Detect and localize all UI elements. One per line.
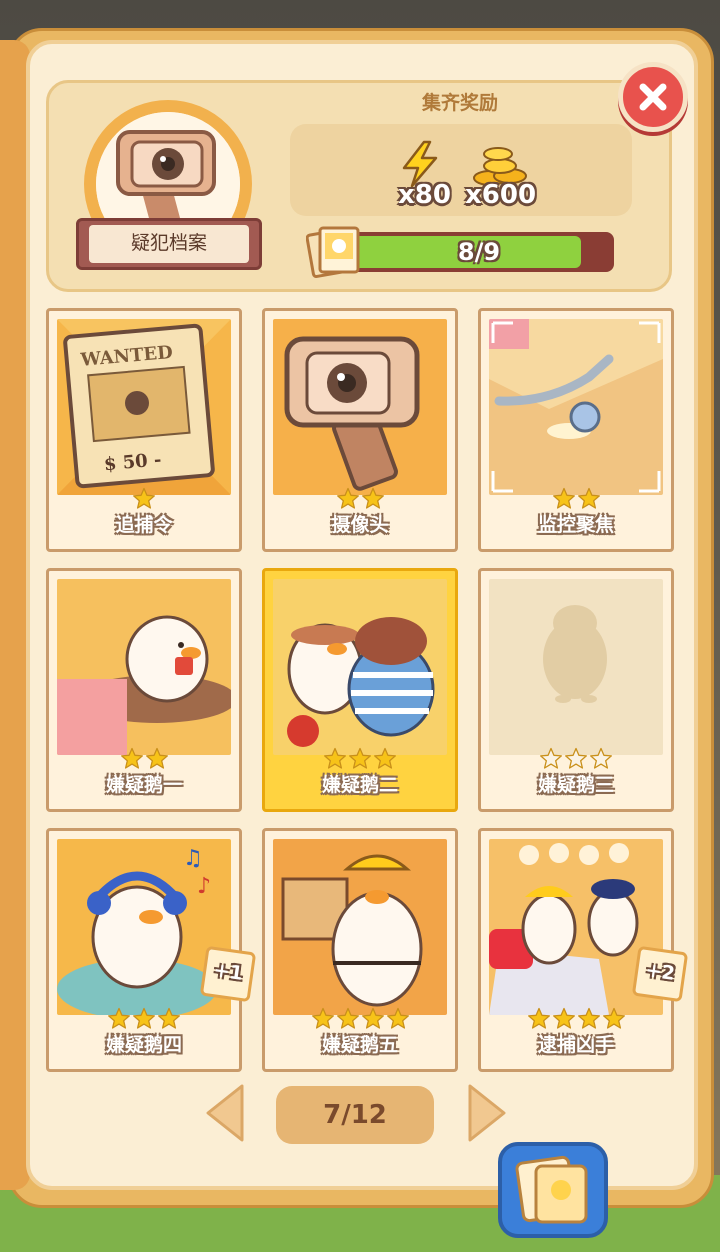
card-label: 摄像头	[331, 514, 389, 536]
page-indicator: 7/12	[276, 1086, 434, 1144]
reward-title: 集齐奖励	[421, 92, 498, 114]
svg-text:♫: ♫	[183, 846, 203, 871]
card-label: 嫌疑鹅三	[537, 774, 614, 796]
card-1[interactable]: WANTED $ 50 - 追捕令	[46, 308, 242, 552]
energy-reward-amount: x80	[398, 180, 451, 210]
card-illustration-silhouette	[489, 579, 663, 755]
album-button[interactable]	[498, 1142, 608, 1238]
card-4[interactable]: 嫌疑鹅一	[46, 568, 242, 812]
card-label: 监控聚焦	[537, 514, 614, 536]
set-name-ribbon: 疑犯档案	[76, 218, 262, 270]
close-icon	[639, 83, 667, 111]
card-label: 嫌疑鹅五	[321, 1034, 398, 1056]
card-label: 追捕令	[115, 514, 173, 536]
card-illustration-goose-builder	[273, 839, 447, 1015]
card-label: 嫌疑鹅二	[321, 774, 398, 796]
duplicate-count-badge: +1	[199, 945, 257, 1003]
card-label: 嫌疑鹅四	[105, 1034, 182, 1056]
card-illustration-wanted-poster: WANTED $ 50 -	[57, 319, 231, 495]
card-5[interactable]: 嫌疑鹅二	[262, 568, 458, 812]
card-2[interactable]: 摄像头	[262, 308, 458, 552]
card-illustration-goose-boxer	[273, 579, 447, 755]
card-3[interactable]: 监控聚焦	[478, 308, 674, 552]
card-8[interactable]: 嫌疑鹅五	[262, 828, 458, 1072]
set-name-label: 疑犯档案	[89, 225, 249, 263]
card-illustration-security-camera	[273, 319, 447, 495]
card-label: 嫌疑鹅一	[105, 774, 182, 796]
coin-reward-amount: x600	[465, 180, 537, 210]
collection-progress-bar: 8/9	[344, 232, 614, 272]
svg-text:♪: ♪	[197, 874, 211, 899]
card-illustration-goose-eating	[57, 579, 231, 755]
card-9[interactable]: 逮捕凶手 +2	[478, 828, 689, 1072]
progress-text: 8/9	[457, 238, 501, 266]
prev-page-button[interactable]	[200, 1082, 250, 1144]
next-page-button[interactable]	[462, 1082, 512, 1144]
card-illustration-snail-with-spoon	[489, 319, 663, 495]
close-button[interactable]	[618, 62, 688, 132]
reward-box	[290, 124, 632, 216]
photo-card-icon	[305, 222, 364, 280]
arrow-left-icon	[206, 1084, 244, 1142]
photo-album-icon	[515, 1155, 588, 1224]
arrow-right-icon	[468, 1084, 506, 1142]
duplicate-count-badge: +2	[631, 945, 689, 1003]
card-6[interactable]: 嫌疑鹅三	[478, 568, 674, 812]
card-label: 逮捕凶手	[537, 1034, 614, 1056]
card-7[interactable]: ♫ ♪ 嫌疑鹅四 +1	[46, 828, 257, 1072]
